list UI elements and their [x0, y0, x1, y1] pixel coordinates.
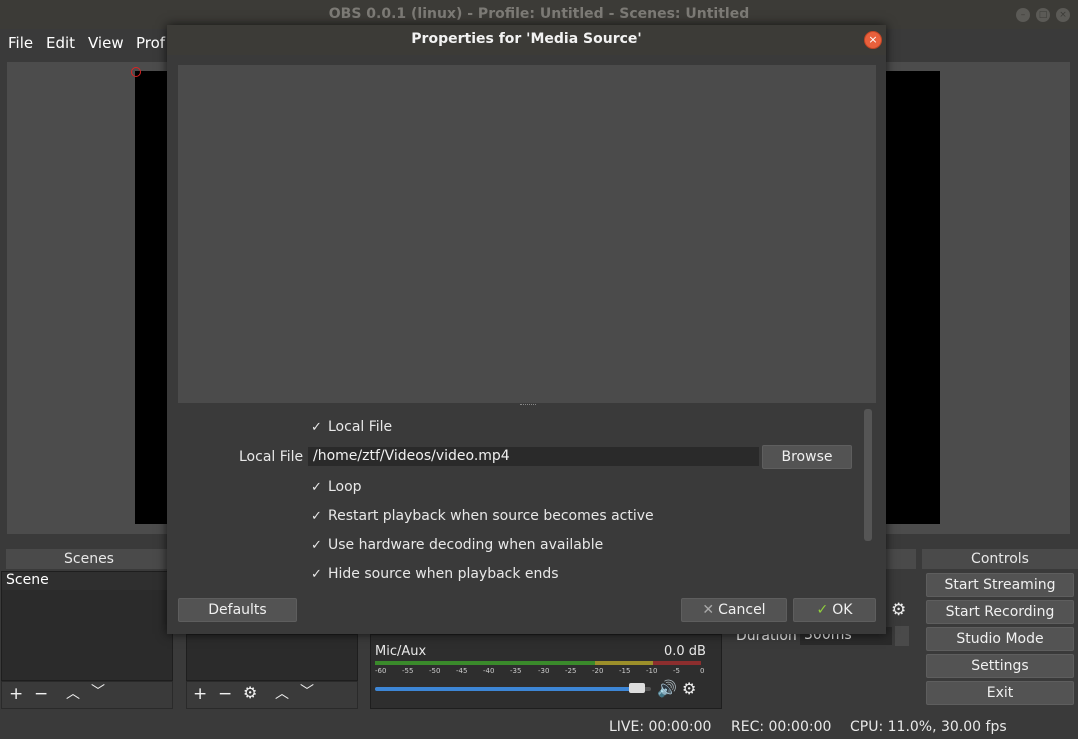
ok-button[interactable]: ✓ OK: [793, 598, 876, 622]
defaults-button[interactable]: Defaults: [178, 598, 297, 622]
move-source-up-icon[interactable]: ︿: [275, 685, 289, 703]
maximize-icon: □: [1038, 10, 1048, 20]
close-icon: ×: [1059, 10, 1067, 20]
meter-tick-label: -10: [646, 667, 658, 675]
local-file-checkbox-label: Local File: [328, 419, 393, 435]
minimize-icon: –: [1020, 10, 1026, 20]
menu-edit[interactable]: Edit: [46, 34, 75, 52]
loop-checkbox[interactable]: ✓: [311, 480, 322, 495]
duration-spinner[interactable]: [895, 626, 909, 646]
sources-list: [186, 634, 358, 681]
meter-tick-label: -40: [483, 667, 495, 675]
meter-tick-label: -20: [592, 667, 604, 675]
cancel-x-icon: ✕: [702, 602, 715, 618]
splitter-handle[interactable]: [520, 404, 536, 407]
restart-playback-label: Restart playback when source becomes act…: [328, 508, 654, 524]
meter-red-segment: [653, 661, 701, 665]
mixer-settings-gear-icon[interactable]: ⚙: [682, 680, 696, 698]
close-window-button[interactable]: ×: [1056, 8, 1070, 22]
start-recording-button[interactable]: Start Recording: [926, 600, 1074, 624]
transitions-dock-header: [886, 549, 916, 569]
move-source-down-icon[interactable]: ﹀: [300, 683, 314, 701]
dialog-source-preview: [178, 65, 876, 403]
meter-tick-label: 0: [700, 667, 705, 675]
live-time: LIVE: 00:00:00: [609, 719, 712, 735]
local-file-label: Local File: [239, 449, 304, 465]
rec-time: REC: 00:00:00: [731, 719, 832, 735]
close-icon: ×: [868, 33, 878, 46]
move-scene-up-icon[interactable]: ︿: [66, 685, 80, 703]
hide-source-label: Hide source when playback ends: [328, 566, 559, 582]
meter-tick-label: -50: [429, 667, 441, 675]
exit-button[interactable]: Exit: [926, 681, 1074, 705]
meter-tick-label: -30: [538, 667, 550, 675]
meter-green-segment: [375, 661, 595, 665]
dialog-close-button[interactable]: ×: [864, 31, 882, 49]
volume-slider-fill: [375, 687, 643, 691]
volume-slider-track[interactable]: [375, 687, 651, 691]
window-title: OBS 0.0.1 (linux) - Profile: Untitled - …: [328, 6, 750, 22]
controls-dock-header: Controls: [922, 549, 1078, 569]
restart-playback-checkbox[interactable]: ✓: [311, 509, 322, 524]
move-scene-down-icon[interactable]: ﹀: [91, 683, 105, 701]
scenes-dock-header: Scenes: [6, 549, 172, 569]
hardware-decoding-checkbox[interactable]: ✓: [311, 538, 322, 553]
meter-tick-label: -45: [456, 667, 468, 675]
transition-settings-gear-icon[interactable]: ⚙: [891, 601, 906, 619]
sources-toolbar: [186, 681, 358, 709]
add-scene-icon[interactable]: +: [9, 685, 23, 703]
menu-profile[interactable]: Prof: [136, 34, 165, 52]
mixer-channel-name: Mic/Aux: [375, 644, 427, 659]
scenes-toolbar: [1, 681, 173, 709]
properties-dialog: Properties for 'Media Source' × ✓ Local …: [167, 25, 886, 634]
menu-file[interactable]: File: [8, 34, 33, 52]
local-file-path-input[interactable]: /home/ztf/Videos/video.mp4: [308, 447, 759, 466]
loop-label: Loop: [328, 479, 362, 495]
settings-button[interactable]: Settings: [926, 654, 1074, 678]
dialog-title: Properties for 'Media Source': [411, 31, 642, 47]
browse-button[interactable]: Browse: [762, 445, 852, 469]
volume-slider-handle[interactable]: [629, 683, 645, 693]
meter-ticks: -60 -55 -50 -45 -40 -35 -30 -25 -20 -15 -10 -5 0: [375, 667, 705, 677]
scene-item[interactable]: Scene: [2, 572, 172, 590]
source-handle-icon[interactable]: [131, 67, 141, 77]
meter-tick-label: -35: [510, 667, 522, 675]
local-file-checkbox[interactable]: ✓: [311, 420, 322, 435]
speaker-icon[interactable]: 🔊: [657, 680, 677, 698]
meter-tick-label: -15: [619, 667, 631, 675]
minimize-button[interactable]: –: [1016, 8, 1030, 22]
cancel-label: Cancel: [718, 602, 766, 618]
cancel-button[interactable]: ✕ Cancel: [681, 598, 787, 622]
ok-check-icon: ✓: [816, 602, 829, 618]
remove-source-icon[interactable]: −: [218, 685, 232, 703]
studio-mode-button[interactable]: Studio Mode: [926, 627, 1074, 651]
dialog-title-bar: Properties for 'Media Source' ×: [167, 25, 886, 55]
hardware-decoding-label: Use hardware decoding when available: [328, 537, 604, 553]
menu-view[interactable]: View: [88, 34, 124, 52]
status-bar: LIVE: 00:00:00 REC: 00:00:00 CPU: 11.0%,…: [0, 716, 1078, 739]
remove-scene-icon[interactable]: −: [34, 685, 48, 703]
meter-tick-label: -60: [375, 667, 387, 675]
cpu-fps: CPU: 11.0%, 30.00 fps: [850, 719, 1007, 735]
maximize-button[interactable]: □: [1036, 8, 1050, 22]
start-streaming-button[interactable]: Start Streaming: [926, 573, 1074, 597]
add-source-icon[interactable]: +: [193, 685, 207, 703]
meter-tick-label: -55: [402, 667, 414, 675]
source-settings-gear-icon[interactable]: ⚙: [243, 684, 257, 702]
meter-yellow-segment: [595, 661, 653, 665]
meter-tick-label: -25: [565, 667, 577, 675]
properties-scrollbar[interactable]: [864, 409, 872, 541]
meter-tick-label: -5: [673, 667, 680, 675]
ok-label: OK: [832, 602, 853, 618]
mixer-level: 0.0 dB: [664, 644, 706, 659]
hide-source-checkbox[interactable]: ✓: [311, 567, 322, 582]
